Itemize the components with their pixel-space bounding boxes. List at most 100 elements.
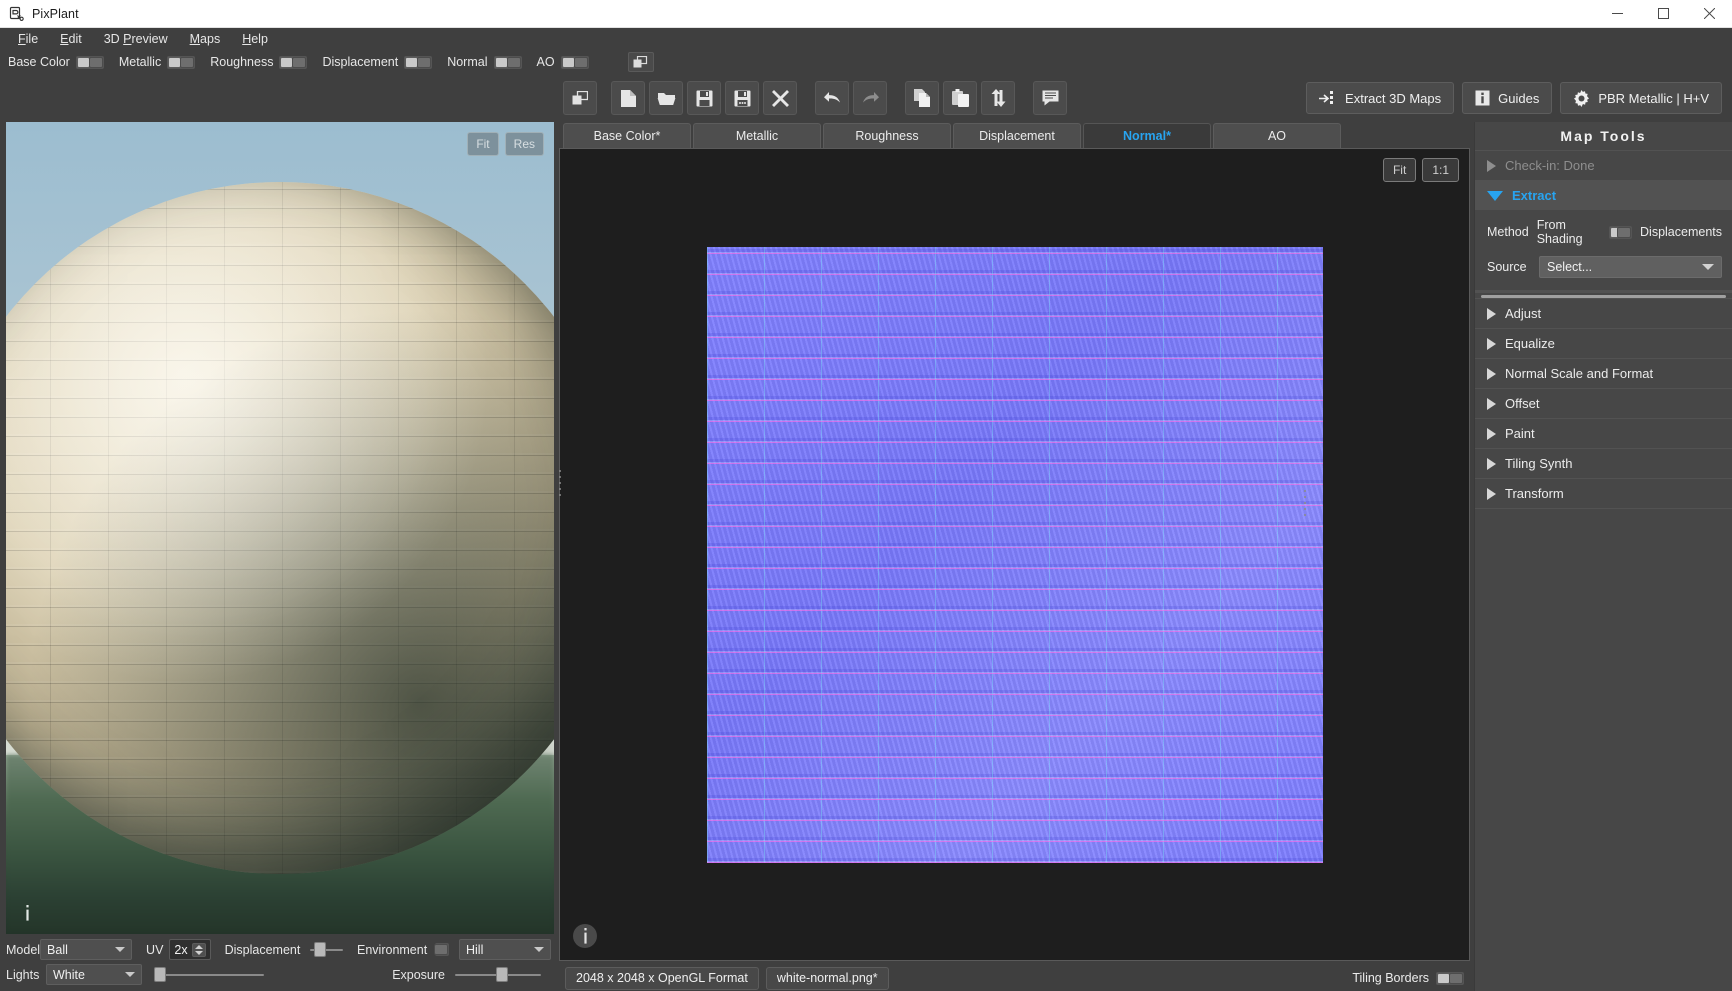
panels-toggle-icon[interactable]: [563, 81, 597, 115]
tiling-borders-switch[interactable]: [1436, 972, 1464, 985]
map-tools-equalize[interactable]: Equalize: [1475, 328, 1732, 358]
displacement-slider[interactable]: [310, 941, 343, 959]
map-tools-paint[interactable]: Paint: [1475, 418, 1732, 448]
map-info-icon[interactable]: [573, 924, 597, 948]
preview-3d-viewport[interactable]: Fit Res: [6, 122, 554, 934]
preset-button[interactable]: PBR Metallic | H+V: [1560, 82, 1722, 114]
tab-displacement[interactable]: Displacement: [953, 123, 1081, 148]
displacement-label: Displacement: [225, 943, 301, 957]
save-icon[interactable]: [687, 81, 721, 115]
map-tools-offset[interactable]: Offset: [1475, 388, 1732, 418]
map-toggle-roughness-label: Roughness: [210, 55, 273, 69]
undo-icon[interactable]: [815, 81, 849, 115]
splitter-right[interactable]: [1303, 490, 1307, 516]
window-controls: [1594, 0, 1732, 28]
map-tools-normal-scale-and-format[interactable]: Normal Scale and Format: [1475, 358, 1732, 388]
guides-button[interactable]: Guides: [1462, 82, 1552, 114]
tab-ao-label: AO: [1268, 129, 1286, 143]
extract-3d-maps-button[interactable]: Extract 3D Maps: [1306, 82, 1454, 114]
paste-icon[interactable]: [943, 81, 977, 115]
panels-layout-icon[interactable]: [628, 52, 654, 72]
map-tools-extract[interactable]: Extract: [1475, 180, 1732, 210]
tab-ao[interactable]: AO: [1213, 123, 1341, 148]
extract-method-switch[interactable]: [1609, 226, 1632, 239]
map-toggle-metallic-switch[interactable]: [167, 56, 195, 69]
map-toggle-normal-switch[interactable]: [494, 56, 522, 69]
map-tools-transform[interactable]: Transform: [1475, 478, 1732, 508]
map-status-bar: 2048 x 2048 x OpenGL Format white-normal…: [559, 961, 1470, 991]
map-toggle-normal-label: Normal: [447, 55, 487, 69]
save-as-icon[interactable]: [725, 81, 759, 115]
map-one-to-one-button[interactable]: 1:1: [1422, 158, 1459, 182]
lights-intensity-slider[interactable]: [154, 966, 264, 984]
map-tabs: Base Color* Metallic Roughness Displacem…: [559, 122, 1470, 148]
lights-label: Lights: [6, 968, 46, 982]
maximize-icon[interactable]: [1640, 0, 1686, 28]
open-folder-icon[interactable]: [649, 81, 683, 115]
uv-stepper[interactable]: 2x: [169, 939, 210, 960]
exposure-slider[interactable]: [455, 966, 541, 984]
map-toggle-displacement[interactable]: Displacement: [322, 55, 432, 69]
map-toggle-base-color[interactable]: Base Color: [8, 55, 104, 69]
uv-stepper-value: 2x: [174, 943, 187, 957]
map-dimensions-chip[interactable]: 2048 x 2048 x OpenGL Format: [565, 967, 759, 990]
comment-icon[interactable]: [1033, 81, 1067, 115]
preview-sphere[interactable]: [6, 182, 554, 874]
chevron-down-icon: [534, 947, 544, 952]
uv-stepper-arrows[interactable]: [192, 943, 206, 957]
model-select[interactable]: Ball: [40, 939, 132, 960]
menu-bar: File Edit 3D Preview Maps Help: [0, 28, 1732, 50]
new-icon[interactable]: [611, 81, 645, 115]
preview-fit-button[interactable]: Fit: [467, 132, 498, 156]
info-square-icon: [1475, 90, 1490, 106]
map-tools-checkin[interactable]: Check-in: Done: [1475, 150, 1732, 180]
copy-icon[interactable]: [905, 81, 939, 115]
tab-normal[interactable]: Normal*: [1083, 123, 1211, 148]
menu-help[interactable]: Help: [231, 30, 279, 48]
map-tools-tiling-synth[interactable]: Tiling Synth: [1475, 448, 1732, 478]
pixplant-logo-icon: [9, 6, 25, 22]
map-toggle-displacement-switch[interactable]: [404, 56, 432, 69]
preview-info-icon[interactable]: [16, 902, 38, 924]
map-canvas[interactable]: Fit 1:1: [559, 148, 1470, 961]
tab-roughness[interactable]: Roughness: [823, 123, 951, 148]
close-document-icon[interactable]: [763, 81, 797, 115]
close-icon[interactable]: [1686, 0, 1732, 28]
map-toggle-ao-switch[interactable]: [561, 56, 589, 69]
redo-icon[interactable]: [853, 81, 887, 115]
map-fit-button[interactable]: Fit: [1383, 158, 1416, 182]
toolbar-right-group: Extract 3D Maps Guides: [1306, 82, 1722, 114]
tab-normal-label: Normal*: [1123, 129, 1171, 143]
tab-base-color-label: Base Color*: [594, 129, 661, 143]
lights-select[interactable]: White: [46, 964, 142, 985]
map-toggle-base-color-switch[interactable]: [76, 56, 104, 69]
menu-3d-preview[interactable]: 3D Preview: [93, 30, 179, 48]
tab-base-color[interactable]: Base Color*: [563, 123, 691, 148]
menu-edit[interactable]: Edit: [49, 30, 93, 48]
map-filename-chip[interactable]: white-normal.png*: [766, 967, 889, 990]
map-tools-checkin-label: Check-in: Done: [1505, 158, 1595, 173]
map-toggle-roughness-switch[interactable]: [279, 56, 307, 69]
export-icon[interactable]: [981, 81, 1015, 115]
map-view-buttons: Fit 1:1: [1383, 158, 1459, 182]
minimize-icon[interactable]: [1594, 0, 1640, 28]
map-tools-title: Map Tools: [1475, 122, 1732, 150]
map-toggle-metallic[interactable]: Metallic: [119, 55, 195, 69]
menu-file[interactable]: File: [7, 30, 49, 48]
map-tools-adjust[interactable]: Adjust: [1475, 298, 1732, 328]
normal-map-image[interactable]: [707, 247, 1323, 863]
map-tools-panel: Map Tools Check-in: Done Extract Method …: [1474, 122, 1732, 991]
map-toggle-ao[interactable]: AO: [537, 55, 589, 69]
menu-maps[interactable]: Maps: [179, 30, 232, 48]
preview-res-button[interactable]: Res: [505, 132, 544, 156]
environment-select[interactable]: Hill: [459, 939, 551, 960]
map-tools-paint-label: Paint: [1505, 426, 1535, 441]
extract-source-select[interactable]: Select...: [1539, 256, 1722, 278]
map-toggle-normal[interactable]: Normal: [447, 55, 521, 69]
map-toggle-roughness[interactable]: Roughness: [210, 55, 307, 69]
splitter-left[interactable]: [558, 470, 562, 496]
chevron-right-icon: [1487, 338, 1496, 350]
tab-roughness-label: Roughness: [855, 129, 918, 143]
tab-metallic[interactable]: Metallic: [693, 123, 821, 148]
environment-switch[interactable]: [435, 943, 449, 956]
